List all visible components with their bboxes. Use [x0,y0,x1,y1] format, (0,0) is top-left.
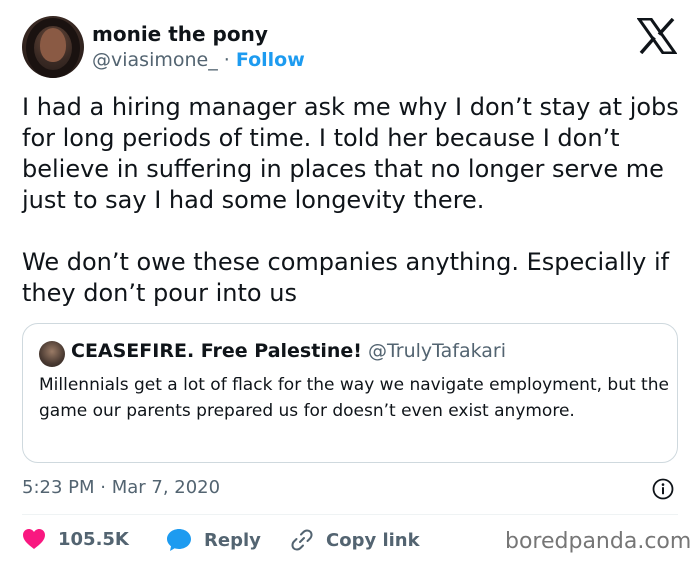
like-count: 105.5K [58,528,129,550]
copy-link-label: Copy link [326,529,420,551]
quoted-author-handle: @TrulyTafakari [367,340,506,362]
reply-button[interactable]: Reply [166,528,261,552]
watermark: boredpanda.com [505,529,692,554]
tweet-text: I had a hiring manager ask me why I don’… [22,92,682,309]
tweet-paragraph: I had a hiring manager ask me why I don’… [22,93,679,214]
separator-dot: · [223,49,230,71]
tweet-timestamp[interactable]: 5:23 PM · Mar 7, 2020 [22,477,220,498]
copy-link-button[interactable]: Copy link [290,528,420,552]
reply-bubble-icon [167,529,191,551]
reply-label: Reply [204,529,261,551]
follow-button[interactable]: Follow [236,49,305,71]
x-logo-icon[interactable] [637,18,677,54]
quoted-tweet-header: CEASEFIRE. Free Palestine! @TrulyTafakar… [71,340,506,362]
author-avatar[interactable] [22,16,84,78]
link-icon [291,529,313,551]
author-display-name[interactable]: monie the pony [92,22,268,46]
quoted-author-avatar [39,341,65,367]
info-icon[interactable] [652,478,674,500]
quoted-tweet-text: Millennials get a lot of flack for the w… [39,375,669,421]
author-handle-row: @viasimone_ · Follow [92,49,305,71]
divider [22,514,678,515]
tweet-paragraph: We don’t owe these companies anything. E… [22,248,670,307]
quoted-author-name: CEASEFIRE. Free Palestine! [71,340,362,362]
heart-icon [23,529,45,549]
quoted-tweet-card[interactable]: CEASEFIRE. Free Palestine! @TrulyTafakar… [22,323,678,463]
like-button[interactable]: 105.5K [22,528,129,550]
author-handle[interactable]: @viasimone_ [92,49,218,71]
avatar-face [40,28,66,62]
